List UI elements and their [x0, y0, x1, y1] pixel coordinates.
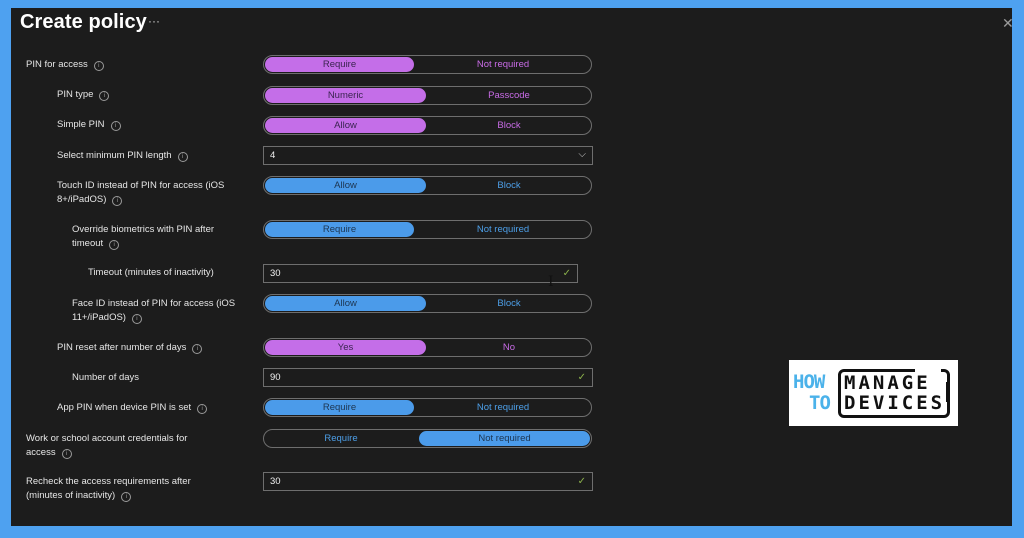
toggle-option-allow[interactable]: Allow	[265, 296, 426, 311]
info-icon[interactable]: i	[192, 344, 203, 354]
toggle-option-require[interactable]: Require	[265, 400, 414, 415]
how-to-manage-devices-logo: HOW TO MANAGE DEVICES	[789, 360, 958, 426]
setting-label-timeout: Timeout (minutes of inactivity)	[88, 266, 214, 280]
toggle-option-block[interactable]: Block	[428, 296, 590, 311]
info-icon[interactable]: i	[99, 91, 110, 101]
phone-frame-icon: MANAGE DEVICES	[838, 369, 950, 418]
input-value: 90	[270, 372, 281, 383]
chevron-down-icon[interactable]: ⌵	[578, 146, 586, 163]
logo-text-how: HOW	[793, 371, 825, 393]
toggle-option-not-required[interactable]: Not required	[419, 431, 590, 446]
toggle-option-not-required[interactable]: Not required	[416, 57, 590, 72]
info-icon[interactable]: i	[177, 152, 188, 162]
toggle-option-passcode[interactable]: Passcode	[428, 88, 590, 103]
label-text: Select minimum PIN length	[57, 150, 172, 161]
input-value: 30	[270, 268, 281, 279]
toggle-work-credentials[interactable]: Require Not required	[263, 429, 592, 448]
setting-label-face-id: Face ID instead of PIN for access (iOS 1…	[72, 297, 262, 325]
setting-label-touch-id: Touch ID instead of PIN for access (iOS …	[57, 179, 247, 207]
page-title: Create policy	[20, 11, 147, 33]
label-text: Recheck the access requirements after (m…	[26, 476, 191, 501]
info-icon[interactable]: i	[197, 404, 208, 414]
toggle-option-require[interactable]: Require	[265, 431, 417, 446]
logo-text-devices: DEVICES	[844, 392, 946, 414]
logo-text-manage: MANAGE	[844, 372, 931, 394]
setting-label-simple-pin: Simple PIN i	[57, 118, 121, 132]
setting-label-work-credentials: Work or school account credentials for a…	[26, 432, 216, 460]
input-value: 30	[270, 476, 281, 487]
toggle-option-not-required[interactable]: Not required	[416, 400, 590, 415]
toggle-simple-pin[interactable]: Allow Block	[263, 116, 592, 135]
toggle-option-block[interactable]: Block	[428, 118, 590, 133]
text-cursor-icon: I	[548, 274, 554, 290]
toggle-pin-type[interactable]: Numeric Passcode	[263, 86, 592, 105]
toggle-pin-for-access[interactable]: Require Not required	[263, 55, 592, 74]
toggle-option-require[interactable]: Require	[265, 57, 414, 72]
label-text: App PIN when device PIN is set	[57, 402, 192, 413]
toggle-option-yes[interactable]: Yes	[265, 340, 426, 355]
label-text: Work or school account credentials for a…	[26, 433, 188, 458]
dropdown-value: 4	[270, 150, 276, 161]
recheck-input[interactable]: 30 ✓	[263, 472, 593, 491]
min-pin-length-dropdown[interactable]: 4 ⌵	[263, 146, 593, 165]
create-policy-panel: Create policy ··· ✕ PIN for access i Requ…	[11, 8, 1014, 526]
toggle-override-biometrics[interactable]: Require Not required	[263, 220, 592, 239]
setting-label-pin-for-access: PIN for access i	[26, 58, 104, 72]
ellipsis-icon[interactable]: ···	[148, 14, 160, 28]
setting-label-number-of-days: Number of days	[72, 371, 139, 385]
label-text: PIN type	[57, 89, 94, 100]
label-text: Face ID instead of PIN for access (iOS 1…	[72, 298, 236, 323]
label-text: Timeout (minutes of inactivity)	[88, 267, 214, 278]
toggle-option-no[interactable]: No	[428, 340, 590, 355]
toggle-option-not-required[interactable]: Not required	[416, 222, 590, 237]
info-icon[interactable]: i	[112, 196, 123, 206]
checkmark-icon: ✓	[577, 476, 586, 487]
info-icon[interactable]: i	[109, 240, 120, 250]
info-icon[interactable]: i	[110, 121, 121, 131]
setting-label-pin-reset: PIN reset after number of days i	[57, 341, 203, 355]
label-text: Number of days	[72, 372, 140, 383]
toggle-app-pin[interactable]: Require Not required	[263, 398, 592, 417]
number-of-days-input[interactable]: 90 ✓	[263, 368, 593, 387]
toggle-option-allow[interactable]: Allow	[265, 118, 426, 133]
label-text: PIN for access	[26, 59, 88, 70]
setting-label-override-biometrics: Override biometrics with PIN after timeo…	[72, 223, 242, 251]
info-icon[interactable]: i	[61, 449, 72, 459]
setting-label-pin-type: PIN type i	[57, 88, 110, 102]
close-icon[interactable]: ✕	[1002, 15, 1014, 32]
label-text: Touch ID instead of PIN for access (iOS …	[57, 180, 225, 205]
toggle-option-require[interactable]: Require	[265, 222, 414, 237]
setting-label-recheck: Recheck the access requirements after (m…	[26, 475, 216, 503]
toggle-option-allow[interactable]: Allow	[265, 178, 426, 193]
setting-label-app-pin: App PIN when device PIN is set i	[57, 401, 208, 415]
toggle-face-id[interactable]: Allow Block	[263, 294, 592, 313]
toggle-pin-reset[interactable]: Yes No	[263, 338, 592, 357]
label-text: Simple PIN	[57, 119, 105, 130]
info-icon[interactable]: i	[93, 61, 104, 71]
logo-text-to: TO	[809, 392, 831, 414]
phone-button	[946, 382, 950, 402]
setting-label-min-pin-length: Select minimum PIN length i	[57, 149, 188, 163]
toggle-option-block[interactable]: Block	[428, 178, 590, 193]
toggle-touch-id[interactable]: Allow Block	[263, 176, 592, 195]
label-text: Override biometrics with PIN after timeo…	[72, 224, 215, 249]
timeout-input[interactable]: 30 ✓	[263, 264, 578, 283]
info-icon[interactable]: i	[131, 314, 142, 324]
checkmark-icon: ✓	[562, 268, 571, 279]
info-icon[interactable]: i	[121, 492, 132, 502]
label-text: PIN reset after number of days	[57, 342, 187, 353]
toggle-option-numeric[interactable]: Numeric	[265, 88, 426, 103]
checkmark-icon: ✓	[577, 372, 586, 383]
